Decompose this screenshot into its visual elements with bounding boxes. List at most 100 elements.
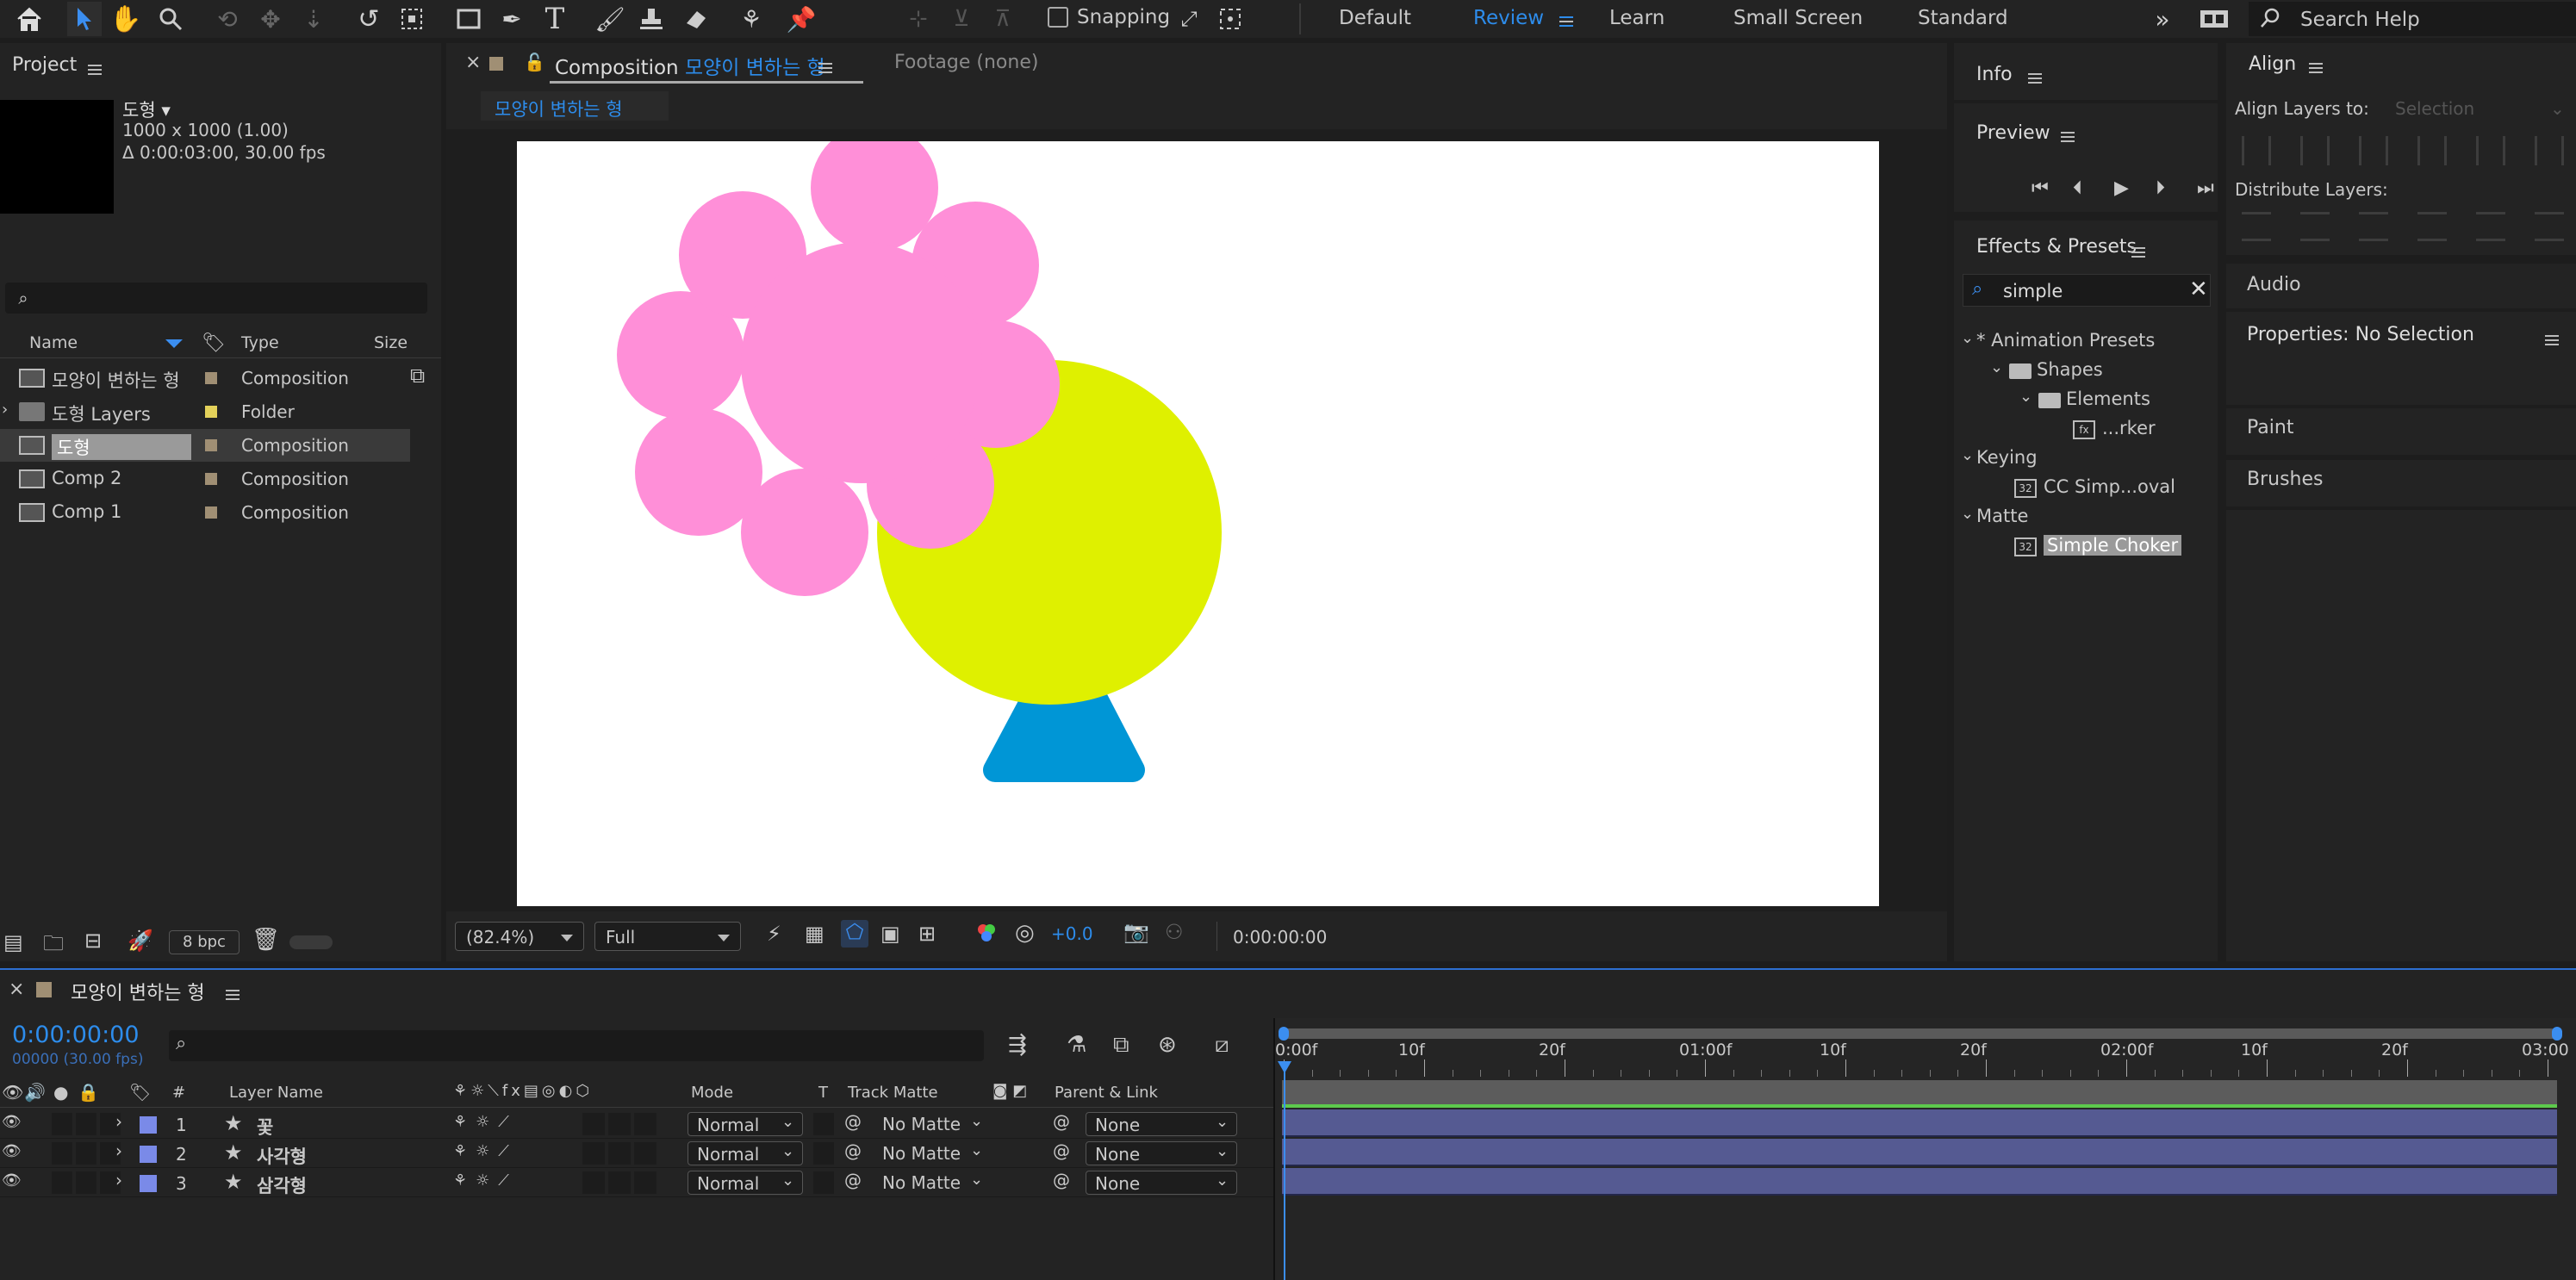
track-matte-dropdown[interactable]: No Matte ⌄ [874,1141,989,1165]
matte-pickwhip-icon[interactable]: @ [844,1140,862,1161]
time-ruler[interactable]: 0:00f 10f 20f 01:00f 10f 20f 02:00f 10f 20f 03:00 [1275,1041,2576,1078]
region-of-interest-icon[interactable]: ▣ [880,922,900,946]
effects-tree-item[interactable]: ⌄ Elements [1954,386,2218,413]
align-option-icon[interactable] [2300,136,2330,165]
layer-mode-dropdown[interactable]: Normal ⌄ [688,1112,803,1136]
dolly-camera-icon[interactable]: ⇣ [296,2,331,36]
effects-tree-item[interactable]: 32 CC Simp...oval [1954,474,2218,501]
align-option-icon[interactable] [2242,136,2271,165]
expand-chevron-icon[interactable]: › [115,1170,122,1190]
tab-menu-icon[interactable] [818,59,832,75]
new-folder-icon[interactable]: 🗀 [43,929,64,961]
layer-switch-box[interactable] [582,1113,605,1135]
effects-tree-item[interactable]: ⌄ Shapes [1954,357,2218,384]
parent-dropdown[interactable]: None ⌄ [1086,1171,1237,1195]
layer-switches[interactable]: ⚘☼⟋ [453,1113,518,1131]
chevron-down-icon[interactable]: ⌄ [1961,446,1974,464]
preserve-transparency-box[interactable] [813,1142,834,1165]
label-tag-icon[interactable]: 🏷 [129,1082,151,1103]
pen-tool-icon[interactable]: ✒ [495,2,529,36]
timeline-layer-row[interactable]: 👁 › 3 ★ 삼각형 ⚘☼⟋ Normal ⌄ @ No Matte ⌄ @ None ⌄ [0,1168,1273,1197]
project-item[interactable]: › 도형 Layers Folder [0,395,410,428]
rectangle-tool-icon[interactable] [451,2,486,36]
label-color-swatch[interactable] [205,439,217,451]
effects-tree-item[interactable]: ⌄ * Animation Presets [1954,327,2218,355]
layer-duration-bar[interactable] [1282,1139,2557,1166]
type-tool-icon[interactable]: T [538,2,572,36]
grid-guides-icon[interactable]: ⊞ [918,922,936,946]
last-frame-icon[interactable]: ⏭ [2197,177,2214,199]
distribute-option-icon[interactable] [2359,212,2388,241]
work-area-end[interactable] [2552,1027,2562,1041]
pan-behind-icon[interactable] [395,2,429,36]
timeline-search-input[interactable]: ⌕ [169,1030,984,1061]
flower-petal-shape[interactable] [811,124,938,252]
prev-frame-icon[interactable]: ⏴ [2073,177,2082,199]
label-tag-icon[interactable]: 🏷 [202,332,226,354]
trash-icon[interactable]: 🗑 [252,927,280,953]
flowchart-icon[interactable]: ⧉ [410,363,425,388]
new-composition-icon[interactable]: ⊟ [84,929,102,953]
project-item[interactable]: Comp 1 Composition [0,496,410,529]
sort-desc-icon[interactable] [165,339,183,348]
align-option-icon[interactable] [2476,136,2505,165]
rotation-tool-icon[interactable]: ↺ [352,2,386,36]
effects-menu-icon[interactable] [2131,243,2145,259]
eye-icon[interactable]: 👁 [2,1113,22,1131]
properties-menu-icon[interactable] [2545,331,2559,347]
info-menu-icon[interactable] [2028,69,2042,85]
eye-icon[interactable]: 👁 [2,1171,22,1190]
paint-title[interactable]: Paint [2247,417,2293,438]
layer-switch-box[interactable] [634,1142,656,1165]
search-help-field[interactable]: Search Help [2249,2,2576,36]
timeline-comp-name[interactable]: 모양이 변하는 형 [71,978,205,1005]
work-area-bar[interactable] [1282,1028,2557,1039]
axis-view-icon[interactable]: ⊼ [987,2,1018,36]
layer-switch-box[interactable] [76,1142,96,1165]
comp-breadcrumb[interactable]: 모양이 변하는 형 [481,91,669,121]
column-name[interactable]: Name [29,333,78,352]
play-icon[interactable]: ▶ [2114,177,2129,199]
effects-search-input[interactable]: ⌕ simple ✕ [1963,274,2211,307]
clone-stamp-icon[interactable] [634,2,669,36]
distribute-option-icon[interactable] [2476,212,2505,241]
brush-tool-icon[interactable]: 🖌 [593,2,627,36]
selection-tool-icon[interactable] [67,2,102,36]
column-layer-name[interactable]: Layer Name [229,1084,323,1102]
more-workspaces-icon[interactable]: » [2145,2,2180,36]
audio-toggle-icon[interactable]: 🔊 [24,1082,46,1103]
clear-search-icon[interactable]: ✕ [2189,277,2208,302]
lock-toggle-icon[interactable]: 🔒 [78,1082,99,1103]
parent-pickwhip-icon[interactable]: @ [1053,1111,1070,1132]
column-size[interactable]: Size [374,333,408,352]
align-menu-icon[interactable] [2309,59,2323,75]
workspace-small-screen[interactable]: Small Screen [1733,7,1863,29]
align-option-icon[interactable] [2359,136,2388,165]
axis-world-icon[interactable]: ⊻ [946,2,977,36]
frame-blending-icon[interactable]: ⊛ [1158,1032,1177,1058]
parent-dropdown[interactable]: None ⌄ [1086,1112,1237,1136]
show-snapshot-icon[interactable]: ⚇ [1165,920,1184,944]
pan-camera-icon[interactable]: ✥ [253,2,288,36]
layer-switch-box[interactable] [76,1113,96,1135]
layer-switch-box[interactable] [634,1171,656,1194]
orbit-camera-icon[interactable]: ⟲ [210,2,245,36]
solo-toggle-icon[interactable]: ● [53,1082,68,1103]
draft-3d-icon[interactable]: ⚗ [1067,1032,1086,1058]
matte-pickwhip-icon[interactable]: @ [844,1170,862,1190]
zoom-tool-icon[interactable] [153,2,188,36]
shy-layers-icon[interactable]: ⧉ [1113,1032,1129,1059]
parent-pickwhip-icon[interactable]: @ [1053,1170,1070,1190]
snapping-checkbox[interactable] [1048,7,1068,28]
expand-chevron-icon[interactable]: › [115,1140,122,1161]
chevron-down-icon[interactable]: ⌄ [2019,388,2032,406]
project-search-input[interactable]: ⌕ [5,283,427,314]
workspace-standard[interactable]: Standard [1918,7,2008,29]
channel-icon[interactable] [975,922,998,949]
layer-mode-dropdown[interactable]: Normal ⌄ [688,1141,803,1165]
layer-switch-box[interactable] [582,1142,605,1165]
track-matte-dropdown[interactable]: No Matte ⌄ [874,1112,989,1136]
exposure-value[interactable]: +0.0 [1051,923,1093,944]
project-item[interactable]: 모양이 변하는 형 Composition [0,362,410,395]
layer-switch-box[interactable] [76,1171,96,1194]
